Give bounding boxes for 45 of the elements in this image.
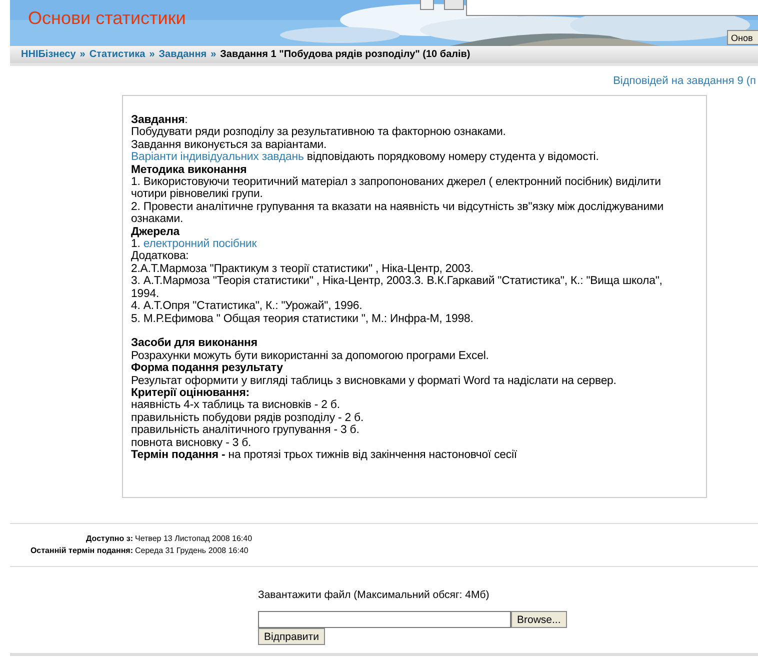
text-line: Додаткова: — [131, 250, 190, 263]
breadcrumb-separator: » — [210, 49, 216, 60]
text-line: Побудувати ряди розподілу за результативною та факторною ознаками. — [131, 126, 507, 139]
text-line: правильність аналітичного групування - 3 б. — [131, 424, 360, 437]
submit-button[interactable]: Відправити — [258, 628, 325, 645]
breadcrumb-link[interactable]: Статистика — [89, 49, 146, 60]
text-line: Завдання: — [131, 114, 189, 126]
refresh-button[interactable]: Онов — [727, 30, 758, 45]
text-line: 4. А.Т.Опря "Статистика", К.: "Урожай", 1996. — [131, 300, 364, 312]
list-number: 1. — [131, 238, 142, 250]
document-link[interactable]: електронний посібник — [143, 238, 257, 250]
date-value: Четвер 13 Листопад 2008 16:40 — [134, 533, 252, 545]
text-line: Термін подання - на протязі трьох тижнів від закінчення настоновчої сесії — [131, 448, 518, 462]
text-line: Завдання виконується за варіантами. — [131, 138, 328, 152]
text-line: наявність 4-х таблиць та висновків - 2 б. — [131, 399, 341, 412]
text-line: 2. Провести аналітичне групування та вказати на наявність чи відсутність зв"язку між досліджуваними ознаками. — [131, 200, 664, 226]
input-field[interactable] — [466, 0, 758, 16]
text-line: 2.А.Т.Мармоза "Практикум з теорії статистики" , Ніка-Центр, 2003. — [131, 262, 474, 276]
upload-label: Завантажити файл (Максимальний обсяг: 4Мб) — [258, 589, 490, 601]
text-line: Результат оформити у вигляді таблиць з висновками у форматі Word та надіслати на сервер. — [131, 374, 618, 387]
date-label: Останній термін подання: — [29, 545, 133, 557]
breadcrumb-link[interactable]: ННІБізнесу — [21, 49, 76, 60]
text-line: відповідають порядковому номеру студента у відомості. — [306, 151, 599, 164]
breadcrumb-current: Завдання 1 "Побудова рядів розподілу" (10 балів) — [220, 49, 470, 60]
text-line: 1. Використовуючи теоритичний матеріал з запропонованих джерел ( електронний посібник) виділити чотири рівновеликі групи. — [131, 176, 662, 201]
site-title: Основи статистики — [28, 8, 186, 29]
date-value: Середа 31 Грудень 2008 16:40 — [134, 545, 248, 557]
breadcrumb-link[interactable]: Завдання — [158, 49, 207, 60]
file-field[interactable] — [258, 611, 511, 628]
browse-button[interactable]: Browse... — [511, 611, 567, 628]
responses-link[interactable]: Відповідей на завдання 9 (п — [613, 75, 756, 87]
document-link[interactable]: Варіанти індивідуальних завдань — [131, 151, 304, 164]
text-line: повнота висновку - 3 б. — [131, 436, 252, 449]
date-label: Доступно з: — [84, 533, 133, 545]
section-heading: Форма подання результату — [131, 362, 284, 375]
text-line: 5. М.Р.Ефимова " Общая теория статистики ", М.: Инфра-М, 1998. — [131, 312, 474, 325]
section-heading: Засоби для виконання — [131, 337, 258, 350]
section-heading: Джерела — [131, 226, 181, 238]
text-line: 3. А.Т.Мармоза "Теорія статистики" , Ніка-Центр, 2003.3. В.К.Гаркавий "Статистика", К.: "Вища школа", 1994. — [131, 275, 664, 300]
breadcrumb-separator: » — [80, 49, 86, 60]
section-heading: Критерії оцінювання: — [131, 386, 250, 400]
text-line: правильність побудови рядів розподілу - 2 б. — [131, 412, 365, 424]
breadcrumb-separator: » — [149, 49, 155, 60]
section-heading: Методика виконання — [131, 164, 248, 176]
text-line: Розрахунки можуть бути використанні за допомогою програми Excel. — [131, 350, 490, 362]
